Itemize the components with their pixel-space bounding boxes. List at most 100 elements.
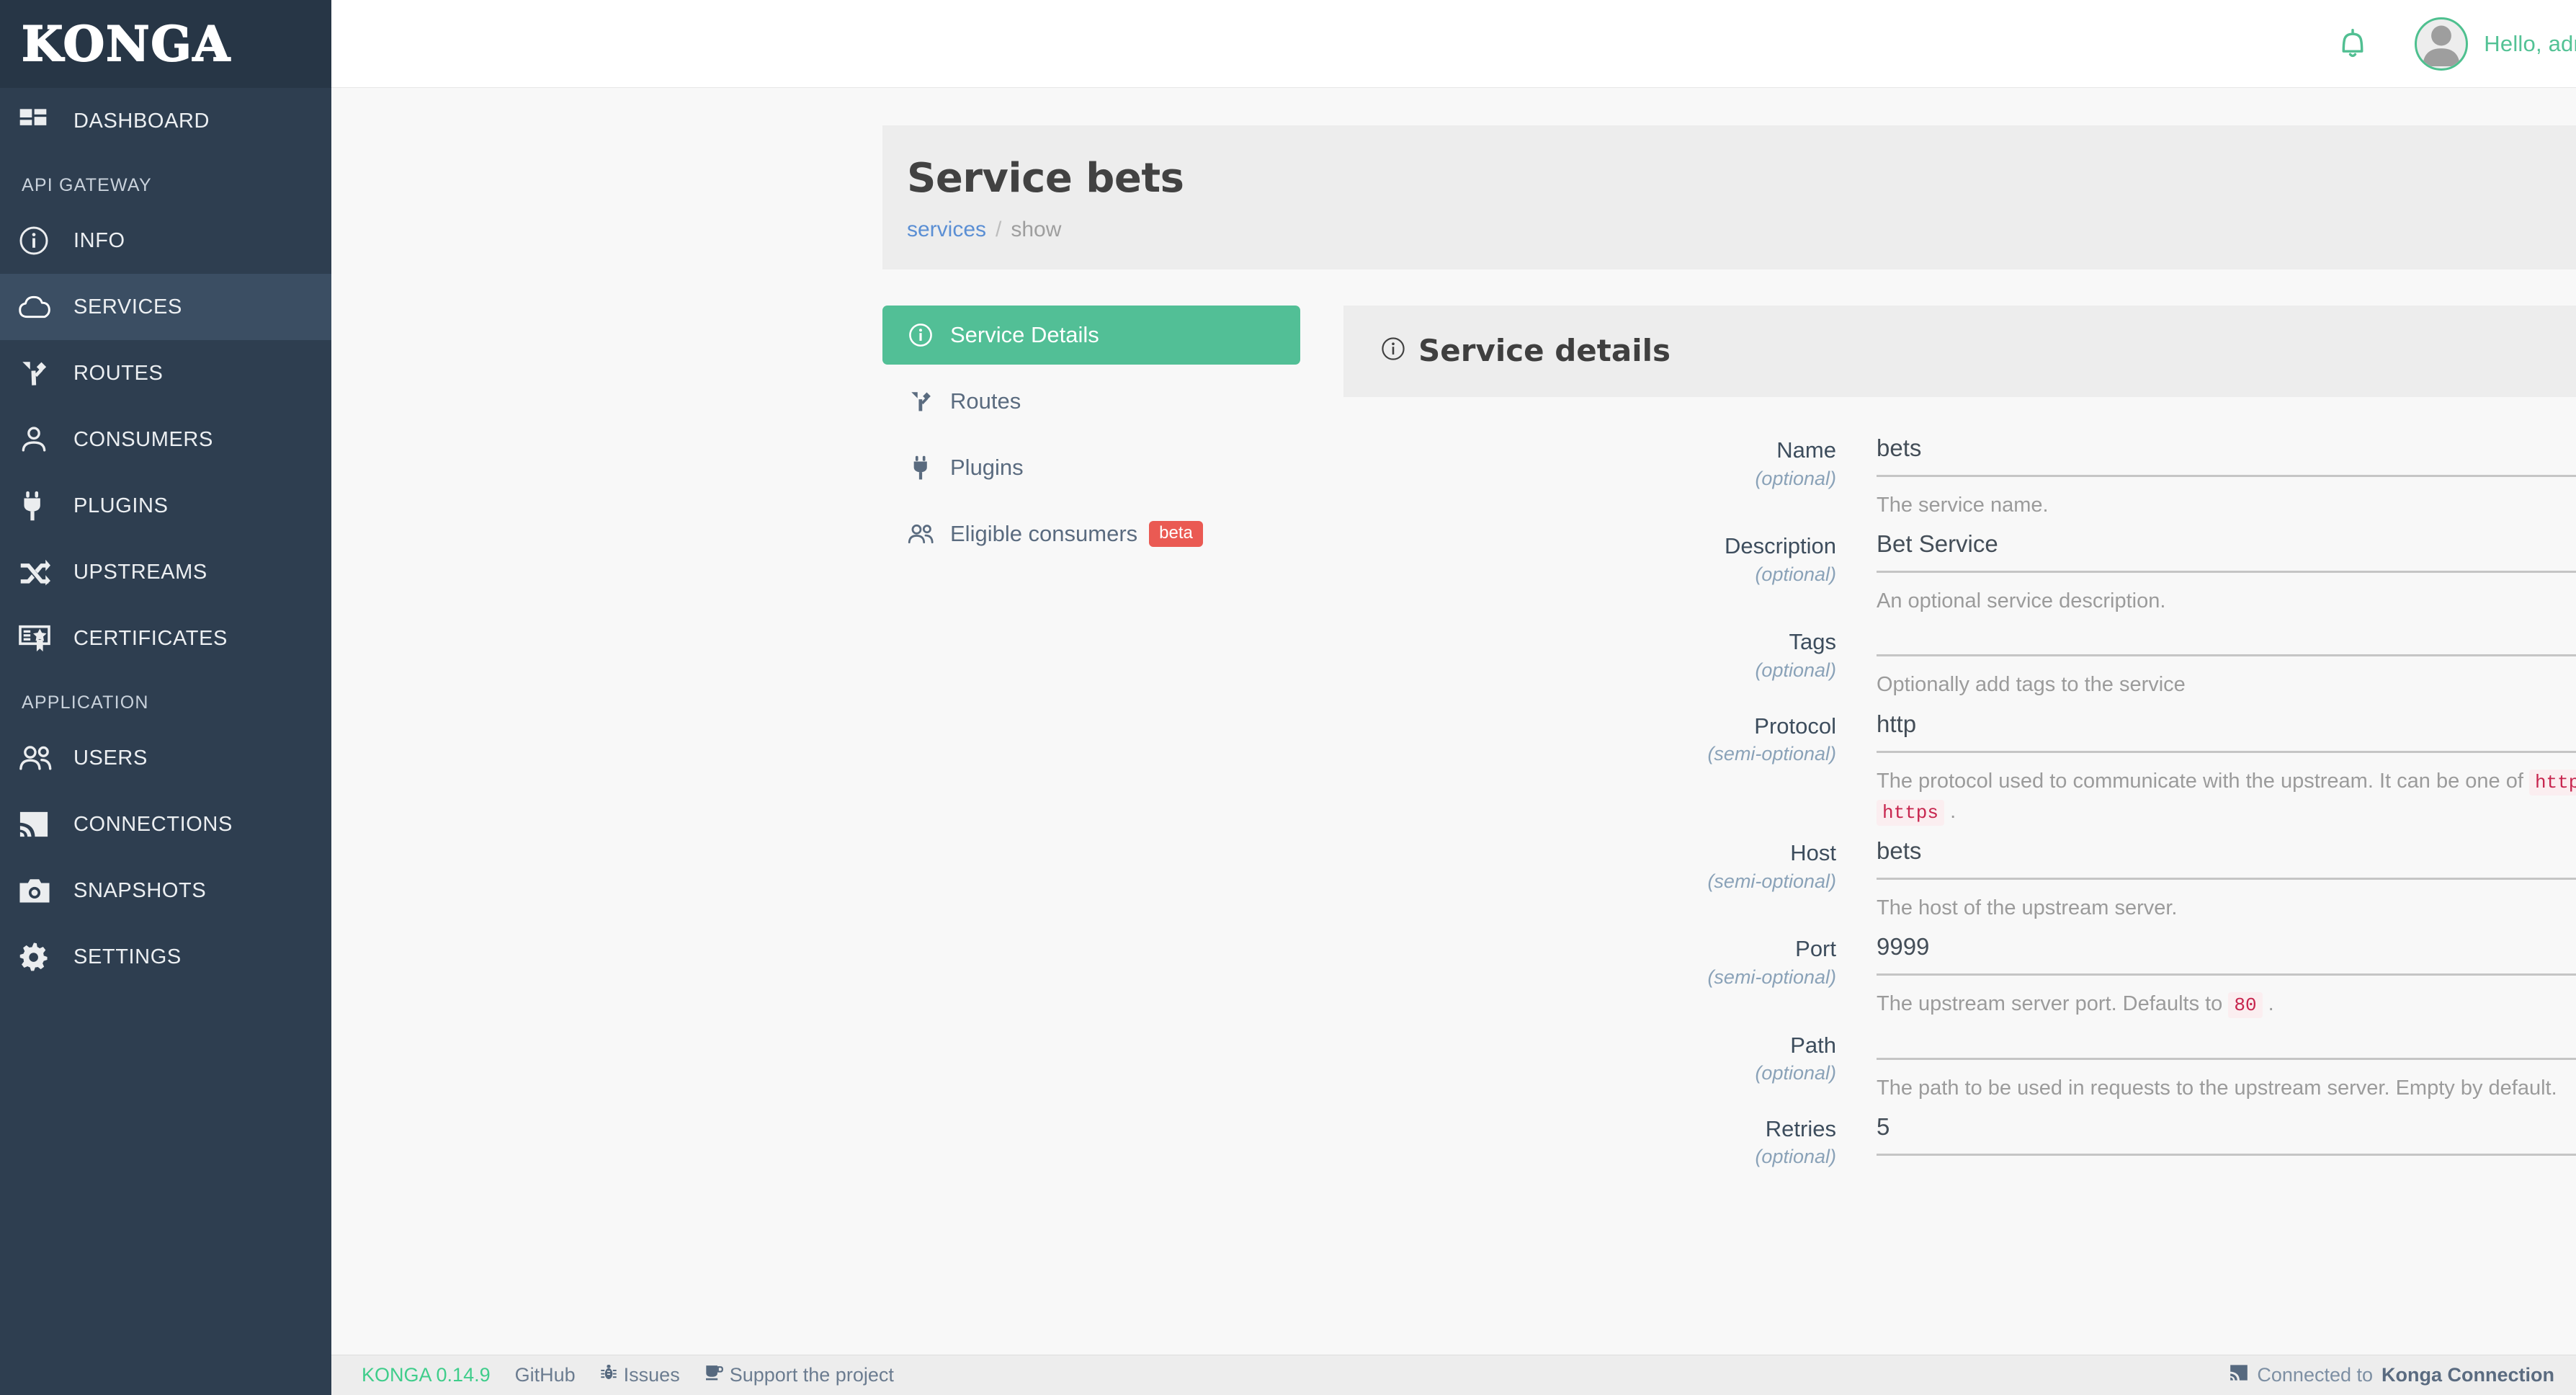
footer-version-label[interactable]: KONGA 0.14.9	[362, 1364, 491, 1386]
coffee-icon	[705, 1363, 723, 1387]
form-sublabel: (optional)	[1343, 659, 1836, 682]
form-sublabel: (optional)	[1343, 563, 1836, 586]
code-http: http	[2529, 770, 2576, 795]
info-circle-icon	[1381, 337, 1405, 365]
tab-label: Service Details	[950, 322, 1099, 348]
user-menu[interactable]: Hello, admin	[2415, 17, 2576, 71]
form-sublabel: (semi-optional)	[1343, 870, 1836, 893]
service-details-form: Name (optional) bets The service name.	[1343, 397, 2576, 1168]
konga-logo: KONGA	[22, 16, 231, 72]
info-circle-icon	[903, 323, 939, 347]
sidebar-item-consumers[interactable]: CONSUMERS	[0, 406, 331, 473]
user-icon	[19, 422, 62, 458]
form-label: Protocol	[1343, 713, 1836, 739]
footer-link-issues[interactable]: Issues	[600, 1363, 680, 1387]
footer-link-github[interactable]: GitHub	[515, 1364, 576, 1386]
form-hint-text: The upstream server port. Defaults to	[1877, 992, 2228, 1015]
tab-routes[interactable]: Routes	[882, 372, 1300, 431]
sidebar-item-settings[interactable]: SETTINGS	[0, 924, 331, 990]
cast-connection-icon	[2230, 1363, 2248, 1387]
sidebar: KONGA DASHBOARD API GATEWAY INFO SERVICE…	[0, 0, 331, 1395]
form-field-group: The path to be used in requests to the u…	[1877, 1027, 2576, 1103]
footer-link-label: Support the project	[730, 1364, 894, 1386]
sidebar-item-label: PLUGINS	[73, 496, 169, 517]
sidebar-item-services[interactable]: SERVICES	[0, 274, 331, 340]
breadcrumb-link-services[interactable]: services	[907, 218, 986, 242]
sidebar-section-application: APPLICATION	[0, 672, 331, 725]
form-label: Description	[1343, 533, 1836, 559]
footer-link-label: Issues	[624, 1364, 680, 1386]
form-row-description: Description (optional) Bet Service An op…	[1343, 527, 2576, 616]
brand-logo-container[interactable]: KONGA	[0, 0, 331, 88]
retries-input[interactable]: 5	[1877, 1110, 2576, 1156]
service-details-title: Service details	[1418, 333, 1671, 368]
main-area: Hello, admin Service bets services / sho…	[331, 0, 2576, 1395]
sidebar-item-routes[interactable]: ROUTES	[0, 340, 331, 406]
host-input[interactable]: bets	[1877, 834, 2576, 880]
form-label: Name	[1343, 437, 1836, 463]
tab-eligible-consumers[interactable]: Eligible consumers beta	[882, 504, 1300, 563]
bell-icon[interactable]	[2338, 28, 2367, 60]
code-80: 80	[2228, 992, 2262, 1018]
sidebar-item-users[interactable]: USERS	[0, 725, 331, 791]
form-label-group: Tags (optional)	[1343, 623, 1877, 700]
sidebar-item-label: INFO	[73, 231, 125, 251]
sidebar-item-certificates[interactable]: CERTIFICATES	[0, 605, 331, 672]
sidebar-item-connections[interactable]: CONNECTIONS	[0, 791, 331, 857]
cloud-icon	[19, 289, 62, 325]
tab-service-details[interactable]: Service Details	[882, 306, 1300, 365]
connection-status: Connected to Konga Connection	[2230, 1363, 2554, 1387]
form-sublabel: (semi-optional)	[1343, 743, 1836, 765]
connection-name-label: Konga Connection	[2382, 1364, 2554, 1386]
form-hint-text: The service name.	[1877, 494, 2049, 517]
tab-plugins[interactable]: Plugins	[882, 438, 1300, 497]
form-hint-suffix: .	[2263, 992, 2274, 1015]
form-label: Path	[1343, 1033, 1836, 1058]
form-field-group: 9999 The upstream server port. Defaults …	[1877, 930, 2576, 1020]
sidebar-item-label: CONNECTIONS	[73, 814, 233, 835]
form-hint-text: An optional service description.	[1877, 589, 2165, 612]
sidebar-item-label: SETTINGS	[73, 947, 182, 968]
footer-link-label: GitHub	[515, 1364, 576, 1386]
footer-link-support[interactable]: Support the project	[705, 1363, 894, 1387]
code-https: https	[1877, 800, 1944, 826]
users-group-icon	[903, 523, 939, 545]
camera-icon	[19, 873, 62, 909]
form-hint: The upstream server port. Defaults to 80…	[1877, 989, 2576, 1020]
description-input[interactable]: Bet Service	[1877, 527, 2576, 573]
sidebar-item-upstreams[interactable]: UPSTREAMS	[0, 539, 331, 605]
breadcrumb: services / show	[907, 218, 2576, 242]
form-label-group: Retries (optional)	[1343, 1110, 1877, 1169]
port-input[interactable]: 9999	[1877, 930, 2576, 976]
form-field-group: bets The host of the upstream server.	[1877, 834, 2576, 923]
path-input[interactable]	[1877, 1027, 2576, 1060]
protocol-input[interactable]: http	[1877, 708, 2576, 753]
breadcrumb-current: show	[1011, 218, 1061, 242]
top-bar: Hello, admin	[331, 0, 2576, 88]
bug-icon	[600, 1363, 617, 1387]
form-hint: The protocol used to communicate with th…	[1877, 766, 2576, 827]
sidebar-item-label: SNAPSHOTS	[73, 881, 206, 901]
sidebar-item-label: ROUTES	[73, 363, 163, 384]
form-label-group: Path (optional)	[1343, 1027, 1877, 1103]
form-row-name: Name (optional) bets The service name.	[1343, 432, 2576, 520]
form-field-group: bets The service name.	[1877, 432, 2576, 520]
shuffle-arrows-icon	[19, 554, 62, 590]
form-row-protocol: Protocol (semi-optional) http The protoc…	[1343, 708, 2576, 827]
sidebar-item-dashboard[interactable]: DASHBOARD	[0, 88, 331, 154]
name-input[interactable]: bets	[1877, 432, 2576, 477]
sidebar-item-label: SERVICES	[73, 297, 182, 318]
form-field-group: http The protocol used to communicate wi…	[1877, 708, 2576, 827]
service-tab-menu: Service Details Routes Plugins	[882, 306, 1343, 1175]
sidebar-item-info[interactable]: INFO	[0, 208, 331, 274]
gear-icon	[19, 939, 62, 975]
cast-connection-icon	[19, 806, 62, 842]
form-label: Retries	[1343, 1116, 1836, 1142]
form-label-group: Port (semi-optional)	[1343, 930, 1877, 1020]
avatar-icon	[2415, 17, 2468, 71]
routes-fork-icon	[903, 389, 939, 414]
tags-input[interactable]	[1877, 623, 2576, 656]
sidebar-item-snapshots[interactable]: SNAPSHOTS	[0, 857, 331, 924]
sidebar-item-plugins[interactable]: PLUGINS	[0, 473, 331, 539]
tab-label: Routes	[950, 388, 1021, 414]
